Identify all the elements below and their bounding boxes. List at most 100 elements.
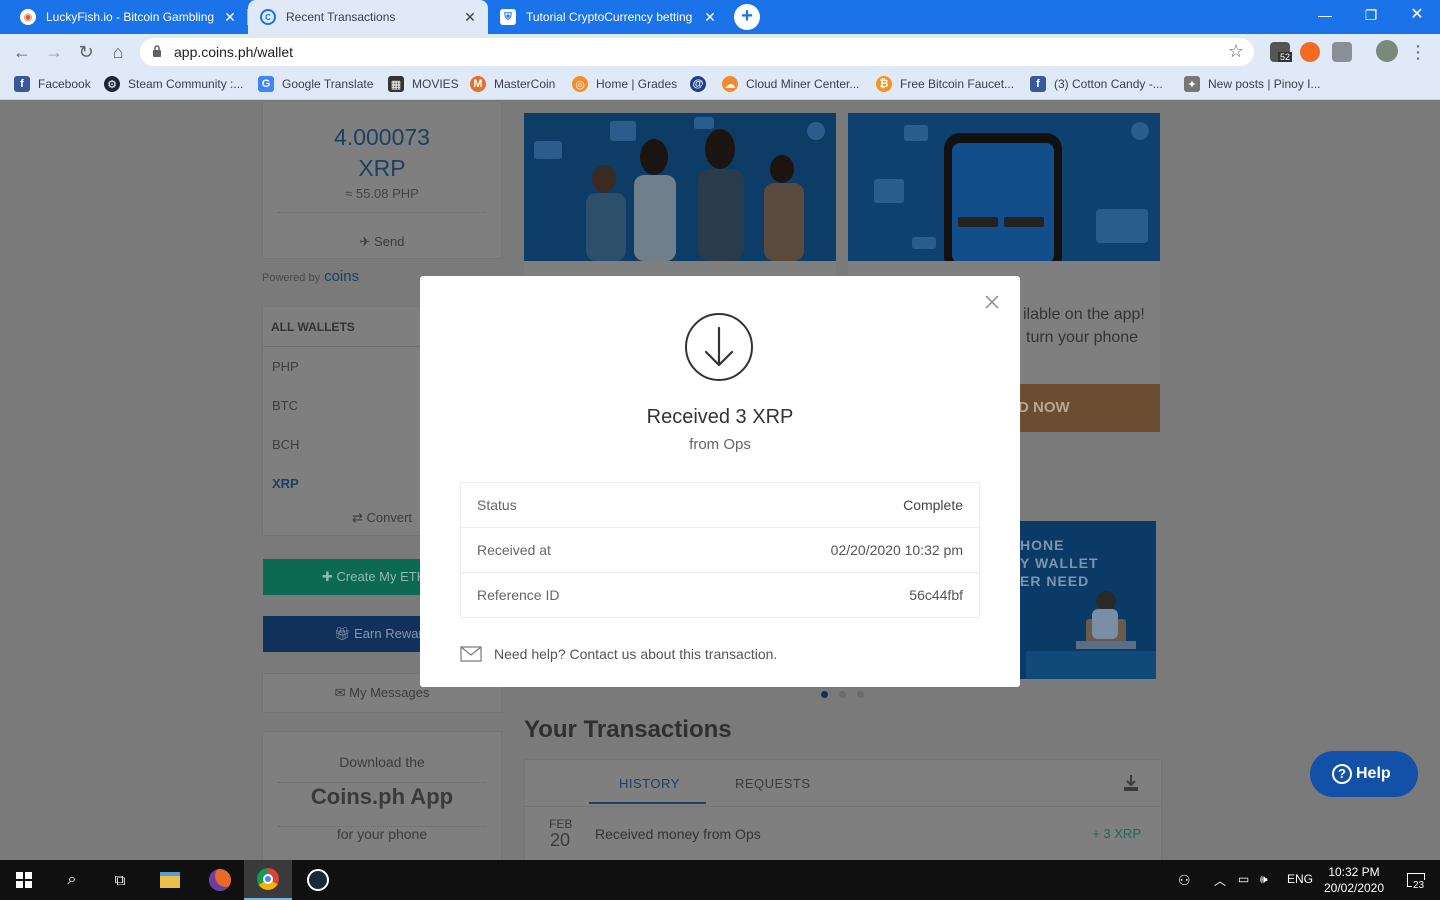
translate-icon: G [258,76,274,92]
menu-dots-icon[interactable]: ⋮ [1406,40,1430,64]
notification-count: 23 [1412,880,1426,891]
home-icon[interactable]: ⌂ [106,40,130,64]
action-center-icon[interactable]: 23 [1392,860,1440,900]
envelope-icon [460,646,482,662]
maximize-button[interactable]: ❐ [1348,0,1394,30]
promo-banner-app[interactable] [848,113,1160,261]
send-button[interactable]: ✈ Send [263,234,501,250]
transaction-month: FEB [549,817,573,831]
bookmark-star-icon[interactable]: ☆ [1228,41,1244,62]
detail-key: Reference ID [477,587,560,603]
promo-banner-people[interactable] [524,113,836,261]
powered-by-label: Powered by [262,272,321,284]
file-explorer-icon[interactable] [146,860,194,900]
close-icon[interactable] [982,292,1002,312]
volume-icon[interactable]: 🕪︎ [1260,872,1268,887]
balance-card: 4.000073 XRP ≈ 55.08 PHP ✈ Send [262,101,502,259]
help-label: Help [1356,765,1391,782]
chevron-up-icon[interactable]: ︿ [1214,872,1226,889]
search-icon[interactable]: ⌕ [48,860,96,900]
bookmark-mastercoin[interactable]: M MasterCoin [470,76,555,92]
bookmark-cotton-candy[interactable]: f (3) Cotton Candy -... [1030,76,1163,92]
steam-icon[interactable] [294,860,342,900]
media-extension-icon[interactable] [1332,42,1352,62]
network-icon[interactable]: ▭ [1238,872,1249,886]
start-button[interactable] [0,860,48,900]
bookmark-movies[interactable]: ▦ MOVIES [388,76,459,92]
transaction-detail-modal: Received 3 XRP from Ops Status Complete … [420,276,1020,687]
active-tab-underline [589,802,706,804]
tab-requests[interactable]: REQUESTS [735,776,811,791]
carousel-dot-active[interactable] [821,691,828,698]
download-icon[interactable] [1123,774,1139,792]
extension-icon[interactable]: 52 [1270,42,1293,62]
powered-by: Powered by coins [262,268,359,285]
bookmark-swirl[interactable]: @ [690,76,714,92]
people-illustration [524,113,836,261]
forward-arrow-icon[interactable]: → [42,40,66,64]
bookmark-cloud-miner[interactable]: ☁ Cloud Miner Center... [722,76,859,92]
brave-extension-icon[interactable] [1300,42,1320,62]
bookmark-label: Free Bitcoin Faucet... [900,77,1015,91]
bookmark-pinoy[interactable]: ✦ New posts | Pinoy I... [1184,76,1321,92]
bookmark-label: Home | Grades [596,77,678,91]
carousel-dot[interactable] [857,691,864,698]
received-at-value: 02/20/2020 10:32 pm [830,542,963,558]
people-icon[interactable]: ⚇ [1178,872,1191,889]
transaction-day: 20 [550,830,571,850]
reload-icon[interactable]: ↻ [74,40,98,64]
carousel-dot[interactable] [839,691,846,698]
clock[interactable]: 10:32 PM 20/02/2020 [1318,864,1390,896]
browser-toolbar: ← → ↻ ⌂ app.coins.ph/wallet ☆ 52 ⋮ [0,34,1440,70]
url-text: app.coins.ph/wallet [174,44,294,60]
plus-icon: ✚ [322,569,333,584]
close-window-button[interactable]: ✕ [1394,0,1440,30]
tab-luckyfish[interactable]: ◉ LuckyFish.io - Bitcoin Gambling S ✕ [8,0,248,34]
tab-history[interactable]: HISTORY [619,776,680,791]
transaction-description[interactable]: Received money from Ops [595,826,761,842]
contact-support-link[interactable]: Need help? Contact us about this transac… [460,646,777,662]
balance-php-equivalent: ≈ 55.08 PHP [345,186,419,201]
task-view-icon[interactable]: ⧉ [96,860,144,900]
chrome-icon[interactable] [244,860,292,900]
address-bar[interactable]: app.coins.ph/wallet ☆ [140,38,1254,66]
windows-taskbar: ⌕ ⧉ ⚇ ︿ ▭ 🕪︎ ENG 10:32 PM 20/02/2020 23 [0,860,1440,900]
promo-banner-wallet[interactable]: HONE Y WALLET ER NEED [1016,521,1156,679]
firefox-icon[interactable] [196,860,244,900]
transaction-amount: + 3 XRP [1092,826,1141,841]
language-indicator[interactable]: ENG [1287,872,1313,886]
bookmark-bitcoin-faucet[interactable]: ₿ Free Bitcoin Faucet... [876,76,1014,92]
new-tab-button[interactable]: + [734,4,760,30]
close-tab-icon[interactable]: ✕ [462,9,478,26]
bookmark-label: MasterCoin [494,77,556,91]
facebook-icon: f [14,76,30,92]
phone-illustration [848,113,1160,261]
banner-text-line-1: HONE [1020,537,1065,553]
back-arrow-icon[interactable]: ← [10,40,34,64]
avatar[interactable] [1376,40,1398,62]
minimize-button[interactable]: — [1302,0,1348,30]
bookmark-steam[interactable]: ⚙ Steam Community :... [104,76,243,92]
grades-icon: ◎ [572,76,588,92]
tab-recent-transactions[interactable]: C Recent Transactions ✕ [248,0,488,34]
clock-time: 10:32 PM [1328,865,1380,879]
tab-tutorial[interactable]: ⛨ Tutorial CryptoCurrency betting : ✕ [488,0,728,34]
bitcoin-icon: ₿ [876,76,892,92]
bookmark-label: Facebook [38,77,91,91]
bookmark-label: Steam Community :... [128,77,244,91]
bookmark-home-grades[interactable]: ◎ Home | Grades [572,76,677,92]
bookmark-google-translate[interactable]: G Google Translate [258,76,373,92]
bookmarks-bar: f Facebook ⚙ Steam Community :... G Google … [0,70,1440,100]
pinoy-icon: ✦ [1184,76,1200,92]
windows-logo-icon [16,872,32,888]
lock-icon [153,45,161,57]
gift-icon: 🎁︎ [333,626,351,641]
film-icon: ▦ [388,76,404,92]
bookmark-facebook[interactable]: f Facebook [14,76,91,92]
reference-id-value: 56c44fbf [909,587,963,603]
help-button[interactable]: ? Help [1310,751,1418,797]
bookmark-label: Google Translate [282,77,374,91]
detail-key: Status [477,497,517,513]
close-tab-icon[interactable]: ✕ [702,9,718,26]
close-tab-icon[interactable]: ✕ [222,9,238,26]
